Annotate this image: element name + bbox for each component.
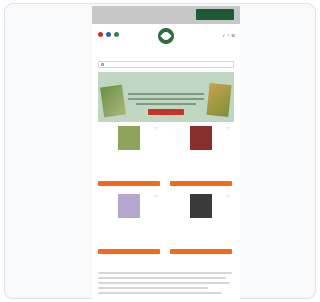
hero-text-line [136, 103, 196, 105]
add-to-cart-button[interactable] [170, 181, 232, 186]
flag-icon[interactable] [114, 32, 119, 37]
brand-logo[interactable] [158, 28, 174, 44]
body-text-line [98, 282, 230, 284]
search-icon [101, 63, 104, 66]
hero-product-image-right [206, 82, 232, 118]
add-to-cart-button[interactable] [170, 249, 232, 254]
product-name[interactable] [174, 220, 228, 227]
top-banner [92, 6, 240, 24]
product-name[interactable] [102, 220, 156, 227]
product-card[interactable]: ♡ [170, 124, 232, 187]
heart-icon[interactable]: ♡ [226, 194, 230, 199]
hero-text-line [128, 98, 204, 100]
product-image[interactable] [190, 194, 212, 218]
flag-icon[interactable] [98, 32, 103, 37]
product-card[interactable]: ♡ [98, 124, 160, 187]
product-image[interactable] [118, 126, 140, 150]
search-input[interactable] [98, 61, 234, 68]
header-icons[interactable]: ✓ ♡ ☰ [222, 33, 235, 38]
hero-product-image-left [100, 84, 126, 118]
heart-icon[interactable]: ♡ [154, 126, 158, 131]
product-image[interactable] [118, 194, 140, 218]
hero-text-line [128, 93, 204, 95]
add-to-cart-button[interactable] [98, 181, 160, 186]
language-flags [98, 32, 119, 37]
body-text-line [98, 277, 226, 279]
body-text-line [98, 287, 208, 289]
body-text-line [98, 272, 232, 274]
email-header: ✓ ♡ ☰ [92, 24, 240, 58]
hero-banner[interactable] [98, 72, 234, 122]
email-preview: ✓ ♡ ☰ ♡ ♡ ♡ ♡ [92, 6, 240, 302]
section-title [98, 259, 234, 269]
product-image[interactable] [190, 126, 212, 150]
product-card[interactable]: ♡ [170, 192, 232, 255]
top-promo-button[interactable] [196, 9, 234, 20]
product-card[interactable]: ♡ [98, 192, 160, 255]
flag-icon[interactable] [106, 32, 111, 37]
info-section [98, 259, 234, 294]
product-name[interactable] [174, 152, 228, 159]
hero-cta-button[interactable] [148, 109, 184, 115]
heart-icon[interactable]: ♡ [226, 126, 230, 131]
body-text-line [98, 292, 222, 294]
product-name[interactable] [102, 152, 156, 159]
add-to-cart-button[interactable] [98, 249, 160, 254]
heart-icon[interactable]: ♡ [154, 194, 158, 199]
